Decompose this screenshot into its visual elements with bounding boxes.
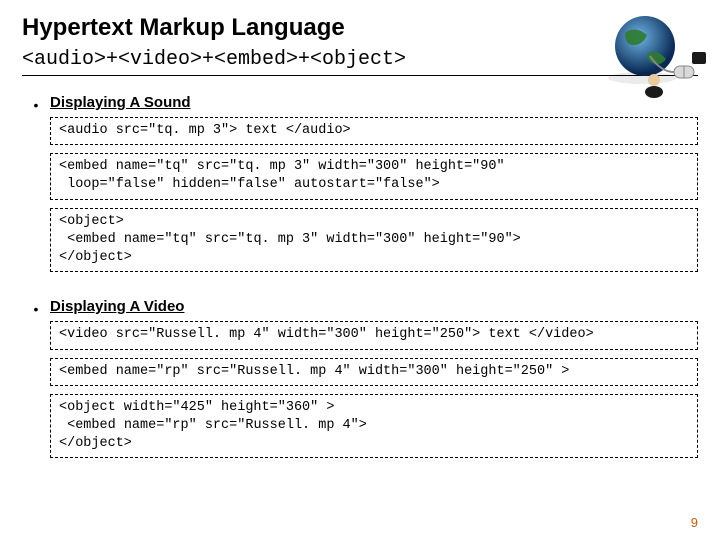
bullet: • xyxy=(22,298,50,466)
section-heading: Displaying A Video xyxy=(50,298,698,315)
section-sound: • Displaying A Sound <audio src="tq. mp … xyxy=(22,94,698,280)
code-box: <embed name="rp" src="Russell. mp 4" wid… xyxy=(50,358,698,386)
page-number: 9 xyxy=(691,515,698,530)
bullet: • xyxy=(22,94,50,280)
section-video: • Displaying A Video <video src="Russell… xyxy=(22,298,698,466)
code-box: <video src="Russell. mp 4" width="300" h… xyxy=(50,321,698,349)
code-box: <object width="425" height="360" > <embe… xyxy=(50,394,698,459)
code-box: <embed name="tq" src="tq. mp 3" width="3… xyxy=(50,153,698,199)
section-body: Displaying A Sound <audio src="tq. mp 3"… xyxy=(50,94,698,280)
section-body: Displaying A Video <video src="Russell. … xyxy=(50,298,698,466)
code-box: <object> <embed name="tq" src="tq. mp 3"… xyxy=(50,208,698,273)
slide: Hypertext Markup Language <audio>+<video… xyxy=(0,0,720,540)
globe-mouse-icon xyxy=(590,8,710,98)
code-box: <audio src="tq. mp 3"> text </audio> xyxy=(50,117,698,145)
